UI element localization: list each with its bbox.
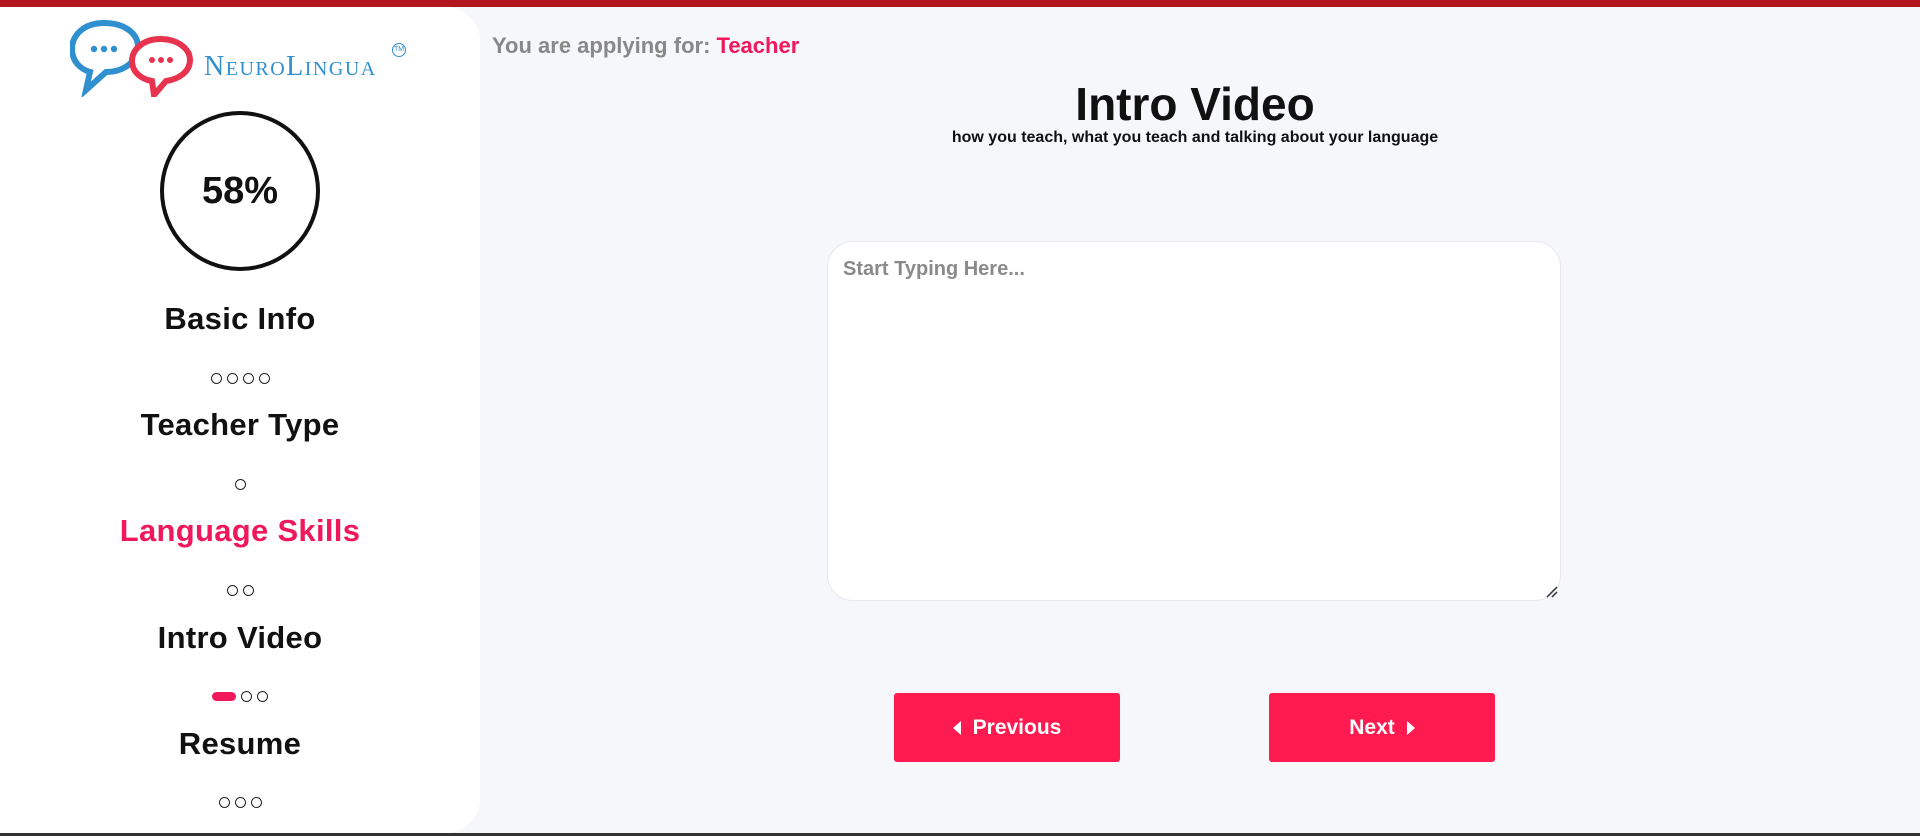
previous-button[interactable]: Previous bbox=[894, 693, 1120, 762]
substep-dot[interactable] bbox=[241, 690, 252, 702]
substep-dot[interactable] bbox=[226, 372, 238, 384]
step-title[interactable]: Resume bbox=[0, 726, 480, 762]
substep-dot[interactable] bbox=[226, 584, 238, 596]
caret-left-icon bbox=[952, 720, 961, 735]
step-title[interactable]: Intro Video bbox=[0, 620, 480, 656]
step-title[interactable]: Teacher Type bbox=[0, 407, 480, 443]
previous-label: Previous bbox=[972, 715, 1062, 739]
page-subtitle: how you teach, what you teach and talkin… bbox=[951, 129, 1439, 146]
substep-dot-current[interactable] bbox=[212, 691, 236, 701]
intro-text-input[interactable] bbox=[827, 241, 1561, 601]
top-accent-bar bbox=[0, 0, 1920, 7]
substep-dot[interactable] bbox=[234, 796, 246, 808]
applying-label: You are applying for: bbox=[492, 33, 711, 58]
applying-role: Teacher bbox=[716, 33, 800, 58]
page-title: Intro Video bbox=[1075, 78, 1315, 130]
applying-for: You are applying for: Teacher bbox=[492, 33, 799, 59]
step-substep-dots bbox=[0, 689, 480, 703]
resize-handle-icon[interactable] bbox=[1544, 584, 1558, 598]
substep-dot[interactable] bbox=[210, 372, 222, 384]
substep-dot[interactable] bbox=[218, 796, 230, 808]
progress-percent: 58% bbox=[201, 169, 279, 212]
step-substep-dots bbox=[0, 583, 480, 597]
progress-indicator: 58% bbox=[160, 111, 320, 271]
brand-name: NeuroLingua bbox=[204, 51, 377, 82]
substep-dot[interactable] bbox=[258, 372, 270, 384]
logo-chat-bubbles-icon bbox=[70, 19, 194, 97]
step-title[interactable]: Basic Info bbox=[0, 301, 480, 337]
caret-right-icon bbox=[1406, 720, 1415, 735]
substep-dot[interactable] bbox=[234, 478, 246, 490]
next-button[interactable]: Next bbox=[1269, 693, 1495, 762]
brand-logo[interactable]: NeuroLingua TM bbox=[70, 17, 420, 101]
next-label: Next bbox=[1349, 715, 1395, 739]
substep-dot[interactable] bbox=[250, 796, 262, 808]
step-substep-dots bbox=[0, 795, 480, 809]
substep-dot[interactable] bbox=[242, 372, 254, 384]
step-title[interactable]: Language Skills bbox=[0, 513, 480, 549]
step-substep-dots bbox=[0, 477, 480, 491]
trademark-mark: TM bbox=[392, 43, 406, 57]
substep-dot[interactable] bbox=[242, 584, 254, 596]
sidebar: NeuroLingua TM 58% Basic Info Teacher Typ… bbox=[0, 7, 480, 833]
step-substep-dots bbox=[0, 371, 480, 385]
substep-dot[interactable] bbox=[257, 690, 268, 702]
